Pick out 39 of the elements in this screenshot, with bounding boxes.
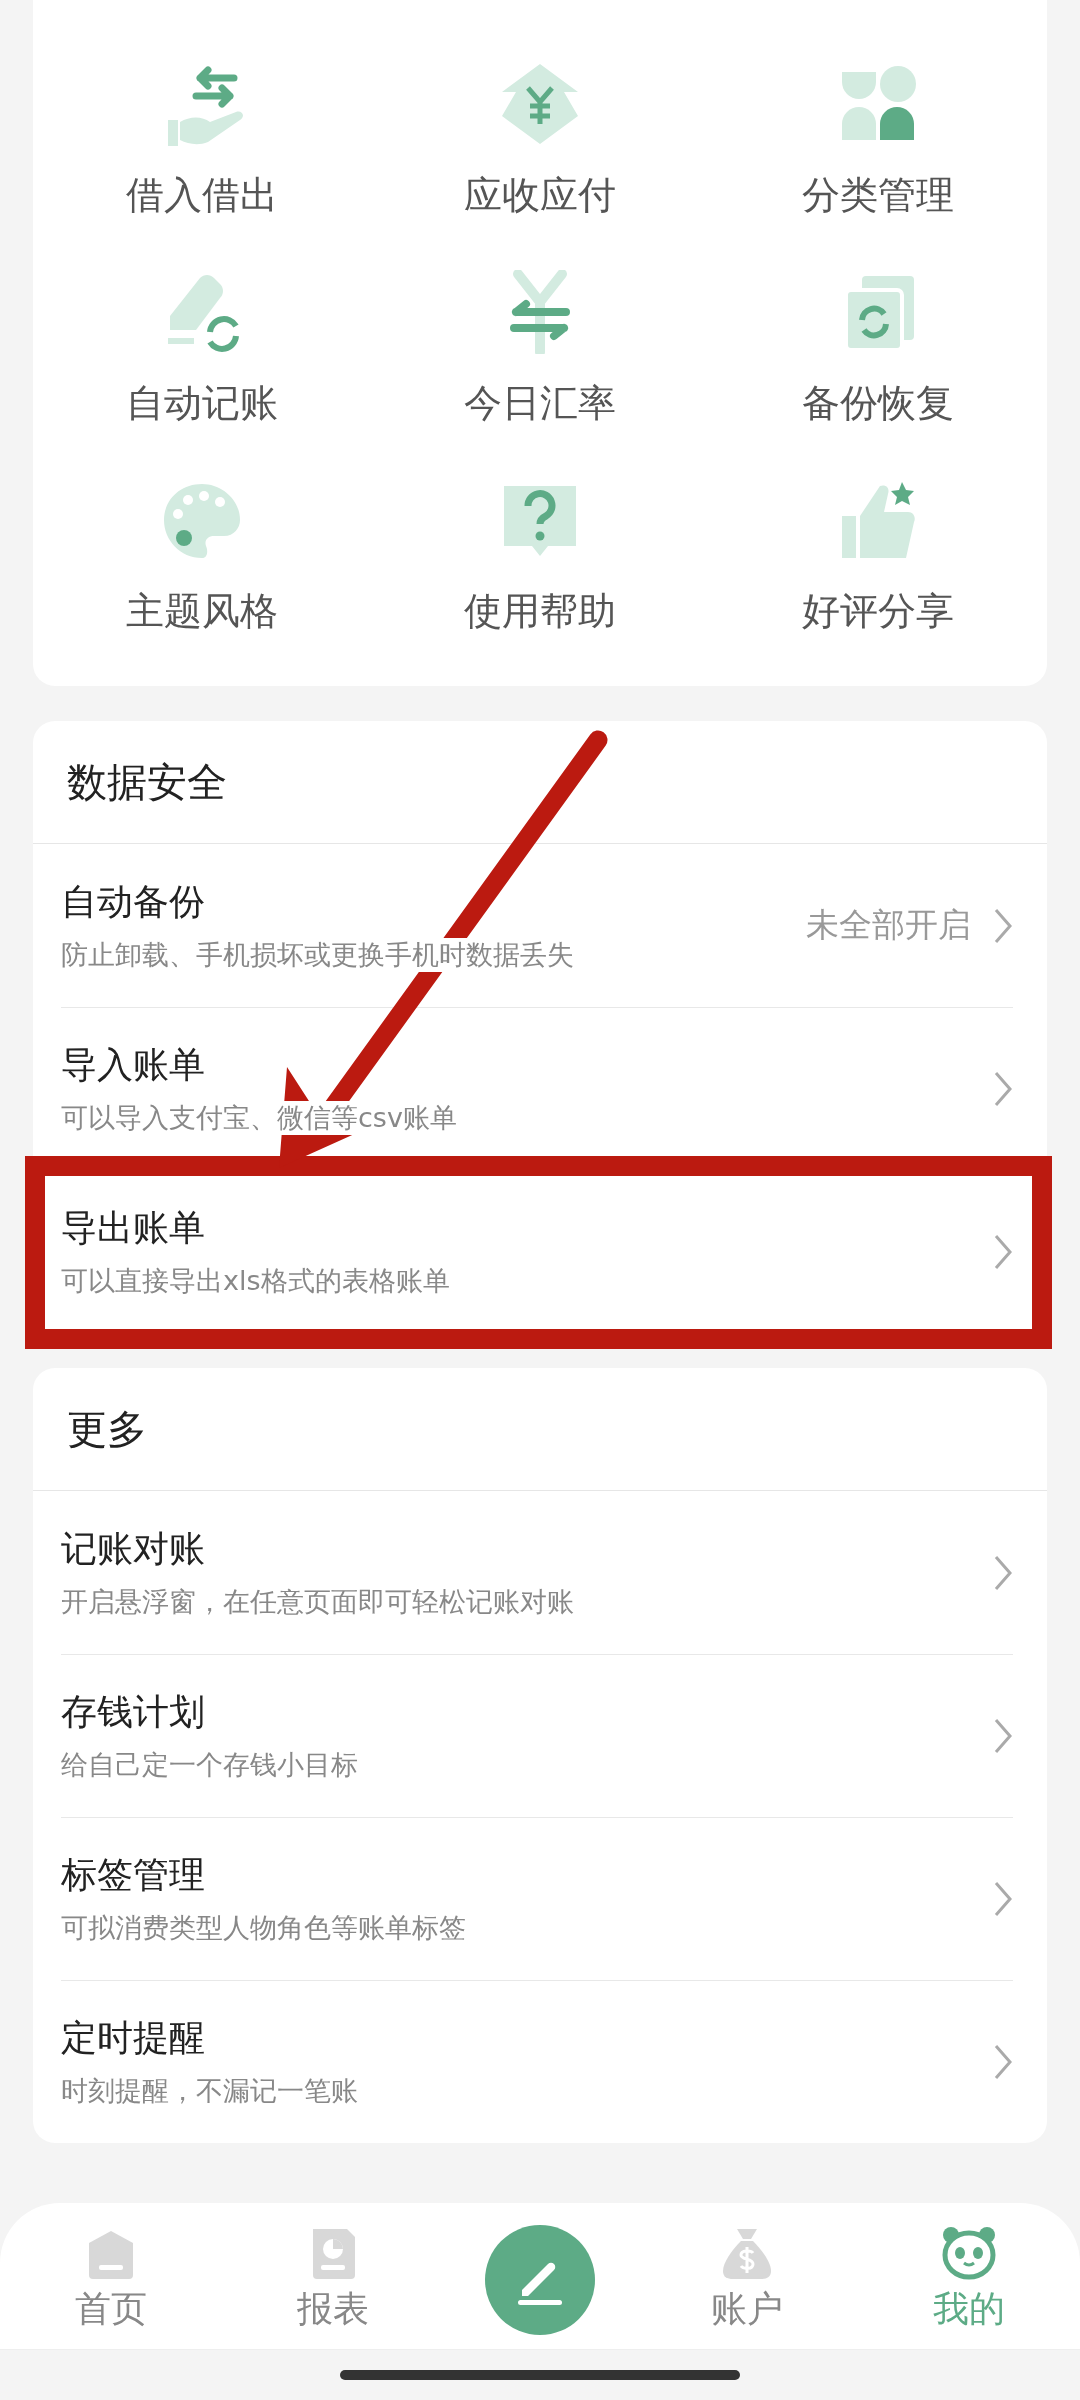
- menu-row[interactable]: 定时提醒 时刻提醒，不漏记一笔账: [61, 1980, 1013, 2143]
- tool-label[interactable]: 自动记账: [126, 380, 278, 426]
- menu-row[interactable]: 标签管理 可拟消费类型人物角色等账单标签: [61, 1817, 1013, 1980]
- chevron-icon: [993, 1717, 1013, 1755]
- chevron-icon: [993, 1070, 1013, 1108]
- tab[interactable]: 首页: [41, 2225, 181, 2334]
- tool-label[interactable]: 使用帮助: [464, 588, 616, 634]
- tool-label[interactable]: 应收应付: [464, 172, 616, 218]
- row-title: 定时提醒: [61, 2016, 206, 2060]
- panda-icon: [941, 2225, 997, 2281]
- chevron-icon: [993, 1880, 1013, 1918]
- row-value: 未全部开启: [806, 904, 971, 946]
- chevron-icon: [993, 1233, 1013, 1271]
- row-subtitle: 可以导入支付宝、微信等csv账单: [61, 1101, 457, 1135]
- row-title: 标签管理: [61, 1853, 206, 1897]
- row-title: 导入账单: [61, 1043, 206, 1087]
- section-title: 数据安全: [67, 757, 227, 807]
- chevron-icon: [993, 1553, 1013, 1592]
- tab[interactable]: 账户: [677, 2225, 817, 2334]
- menu-row[interactable]: 导出账单 可以直接导出xls格式的表格账单: [61, 1170, 1013, 1333]
- section-title: 更多: [67, 1404, 147, 1454]
- menu-row[interactable]: 自动备份 防止卸载、手机损坏或更换手机时数据丢失 未全部开启: [61, 844, 1013, 1007]
- tool-label[interactable]: 备份恢复: [802, 380, 954, 426]
- menu-row[interactable]: 存钱计划 给自己定一个存钱小目标: [61, 1654, 1013, 1817]
- tool-label[interactable]: 好评分享: [802, 588, 954, 634]
- tool-label[interactable]: 借入借出: [126, 172, 278, 218]
- chevron-icon: [993, 906, 1013, 945]
- tab[interactable]: 报表: [263, 2225, 403, 2334]
- tool-label[interactable]: 主题风格: [126, 588, 278, 634]
- row-title: 存钱计划: [61, 1690, 206, 1734]
- tool-label[interactable]: 分类管理: [802, 172, 954, 218]
- row-subtitle: 防止卸载、手机损坏或更换手机时数据丢失: [61, 937, 574, 972]
- row-subtitle: 可拟消费类型人物角色等账单标签: [61, 1911, 466, 1945]
- menu-row[interactable]: 记账对账 开启悬浮窗，在任意页面即可轻松记账对账: [61, 1491, 1013, 1654]
- row-title: 自动备份: [61, 879, 206, 924]
- row-title: 记账对账: [61, 1526, 206, 1571]
- row-title: 导出账单: [61, 1206, 206, 1250]
- chevron-icon: [993, 2043, 1013, 2081]
- tool-label[interactable]: 今日汇率: [464, 380, 616, 426]
